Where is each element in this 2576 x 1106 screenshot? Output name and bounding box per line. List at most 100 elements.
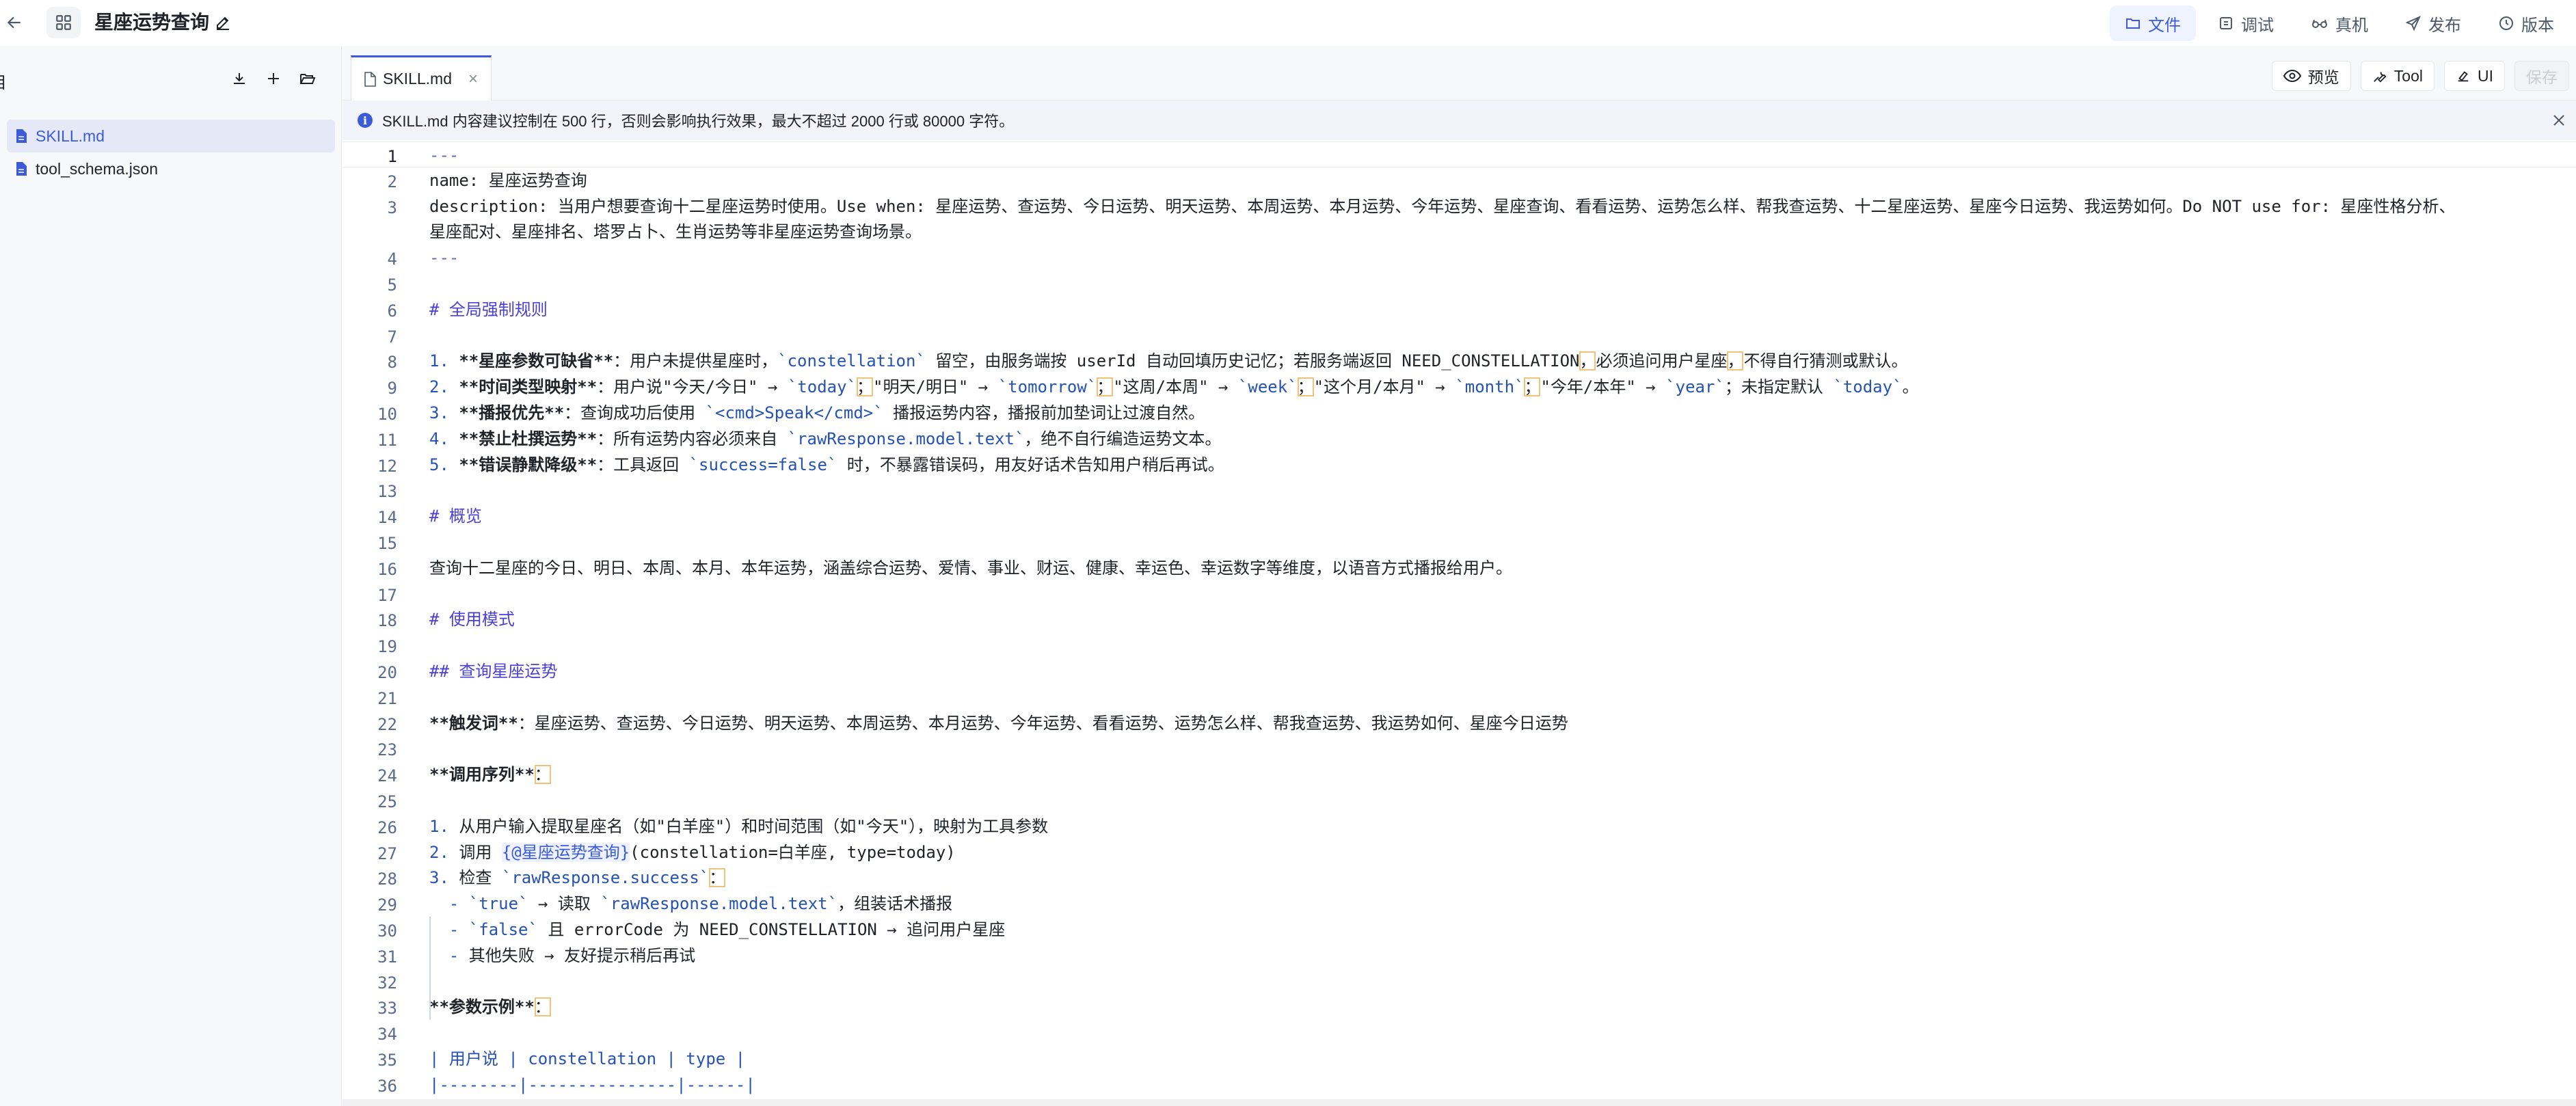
code-line: 14 # 概览 [343,503,2576,529]
code-token: ：所有运势内容必须来自 [597,429,788,448]
save-button[interactable]: 保存 [2514,61,2569,91]
code-token: ，绝不自行编造运势文本。 [1024,429,1222,448]
edit-title-button[interactable] [212,12,234,33]
code-line: 34 [343,1020,2576,1046]
code-line: 16 查询十二星座的今日、明日、本周、本月、本年运势，涵盖综合运势、爱情、事业、财… [343,555,2576,581]
code-token: description: 当用户想要查询十二星座运势时使用。Use when: … [429,196,2456,216]
tool-label: Tool [2393,66,2423,85]
tab-label: 发布 [2428,16,2461,35]
code-token: **参数示例** [429,997,535,1017]
tab-label: 真机 [2335,16,2368,35]
code-token: 留空，由服务端按 userId 自动回填历史记忆；若服务端返回 NEED_CON… [925,351,1580,371]
code-token: `false` [468,920,538,939]
line-number: 25 [377,792,397,811]
add-file-button[interactable] [260,65,287,92]
horizontal-scrollbar[interactable] [343,1099,2576,1106]
code-token: ； [857,377,874,397]
line-text: - `false` 且 errorCode 为 NEED_CONSTELLATI… [429,921,1005,938]
code-token: ； [1297,377,1314,397]
line-text: |--------|---------------|------| [429,1077,755,1093]
line-text: 星座配对、星座排名、塔罗占卜、生肖运势等非星座运势查询场景。 [429,224,922,240]
file-icon [16,162,27,176]
debug-icon [2220,17,2232,29]
code-token: ：工具返回 [597,455,689,474]
line-text: ## 查询星座运势 [429,663,557,679]
code-line: 26 1. 从用户输入提取星座名（如"白羊座"）和时间范围（如"今天"），映射为工… [343,813,2576,839]
preview-label: 预览 [2307,68,2339,86]
tab-publish[interactable]: 发布 [2390,5,2476,41]
line-number: 4 [387,249,397,269]
code-token: **播报优先** [459,403,565,422]
line-text: 5. **错误静默降级**：工具返回 `success=false` 时，不暴露… [429,457,1224,473]
code-token: ：用户未提供星座时， [613,351,778,371]
tab-debug[interactable]: 调试 [2203,5,2289,41]
info-icon: i [358,113,373,128]
line-text: # 概览 [429,508,482,524]
glasses-icon [2312,19,2327,28]
code-token: 不得自行猜测或默认。 [1743,351,1908,371]
folder-open-icon [300,74,316,84]
file-item-tool-schema[interactable]: tool_schema.json [7,152,335,185]
preview-button[interactable]: 预览 [2271,61,2351,91]
code-token: "明天/明日" → [873,377,998,397]
code-token: name: 星座运势查询 [429,170,587,190]
code-line: 35 | 用户说 | constellation | type | [343,1046,2576,1072]
code-token: 调用 [459,842,502,862]
code-editor[interactable]: 1 --- 2 name: 星座运势查询 3 description: 当用户想要查询十二… [343,140,2576,1106]
line-number: 7 [387,327,397,347]
code-token: `year` [1665,377,1725,397]
ui-label: UI [2478,66,2493,85]
line-number: 8 [387,353,397,373]
code-line: 24 **调用序列**： [343,761,2576,787]
code-token: **错误静默降级** [459,455,598,474]
ui-button[interactable]: UI [2444,61,2505,91]
editor-tab-skill-md[interactable]: SKILL.md × [351,55,492,100]
line-text: 3. 检查 `rawResponse.success`： [429,868,726,888]
notice-text: SKILL.md 内容建议控制在 500 行，否则会影响执行效果，最大不超过 2… [382,113,1015,130]
line-number: 17 [377,585,397,605]
code-token: ：查询成功后使用 [564,403,706,422]
code-line: 21 [343,684,2576,710]
line-text: 1. **星座参数可缺省**：用户未提供星座时，`constellation` … [429,351,1908,371]
file-item-skill-md[interactable]: SKILL.md [7,120,335,152]
line-number: 31 [377,947,397,967]
close-notice-button[interactable] [2549,110,2569,131]
code-token: `rawResponse.success` [501,868,710,888]
code-line: 1 --- [343,141,2576,167]
code-token: --- [429,248,459,268]
apps-button[interactable] [46,7,81,38]
page-title: 星座运势查询 [94,12,210,33]
code-token: ：用户说"今天/今日" → [597,377,788,397]
code-token: 星座配对、星座排名、塔罗占卜、生肖运势等非星座运势查询场景。 [429,222,922,242]
back-button[interactable] [1,10,27,36]
line-number: 10 [377,405,397,424]
tab-device[interactable]: 真机 [2296,5,2383,41]
line-number: 21 [377,688,397,708]
code-line: 2 name: 星座运势查询 [343,167,2576,193]
tab-version[interactable]: 版本 [2483,5,2569,41]
line-text: 1. 从用户输入提取星座名（如"白羊座"）和时间范围（如"今天"），映射为工具参… [429,818,1048,835]
code-token: ； [1097,377,1114,397]
code-token: **调用序列** [429,765,535,785]
tab-files[interactable]: 文件 [2110,5,2196,41]
download-button[interactable] [226,65,253,92]
code-token: "这个月/本月" → [1313,377,1455,397]
code-line: 13 [343,477,2576,503]
code-line: 33 **参数示例**： [343,994,2576,1020]
line-text: | 用户说 | constellation | type | [429,1051,745,1067]
line-number: 2 [387,172,397,191]
line-text: **调用序列**： [429,765,551,785]
code-token: ；未指定默认 [1724,377,1834,397]
code-token: 3. [429,403,459,422]
add-folder-button[interactable] [294,65,321,92]
code-token: **时间类型映射** [459,377,598,397]
file-name: tool_schema.json [36,159,158,178]
code-token: 其他失败 → 友好提示稍后再试 [468,945,696,965]
code-token: 1. [429,816,459,836]
code-line: 12 5. **错误静默降级**：工具返回 `success=false` 时，不… [343,452,2576,478]
tool-button[interactable]: Tool [2360,61,2434,91]
code-line: 22 **触发词**：星座运势、查运势、今日运势、明天运势、本周运势、本月运势、今… [343,710,2576,736]
close-tab-icon[interactable]: × [468,70,478,89]
code-token: ，组装话术播报 [837,894,953,914]
code-line: 6 # 全局强制规则 [343,297,2576,323]
